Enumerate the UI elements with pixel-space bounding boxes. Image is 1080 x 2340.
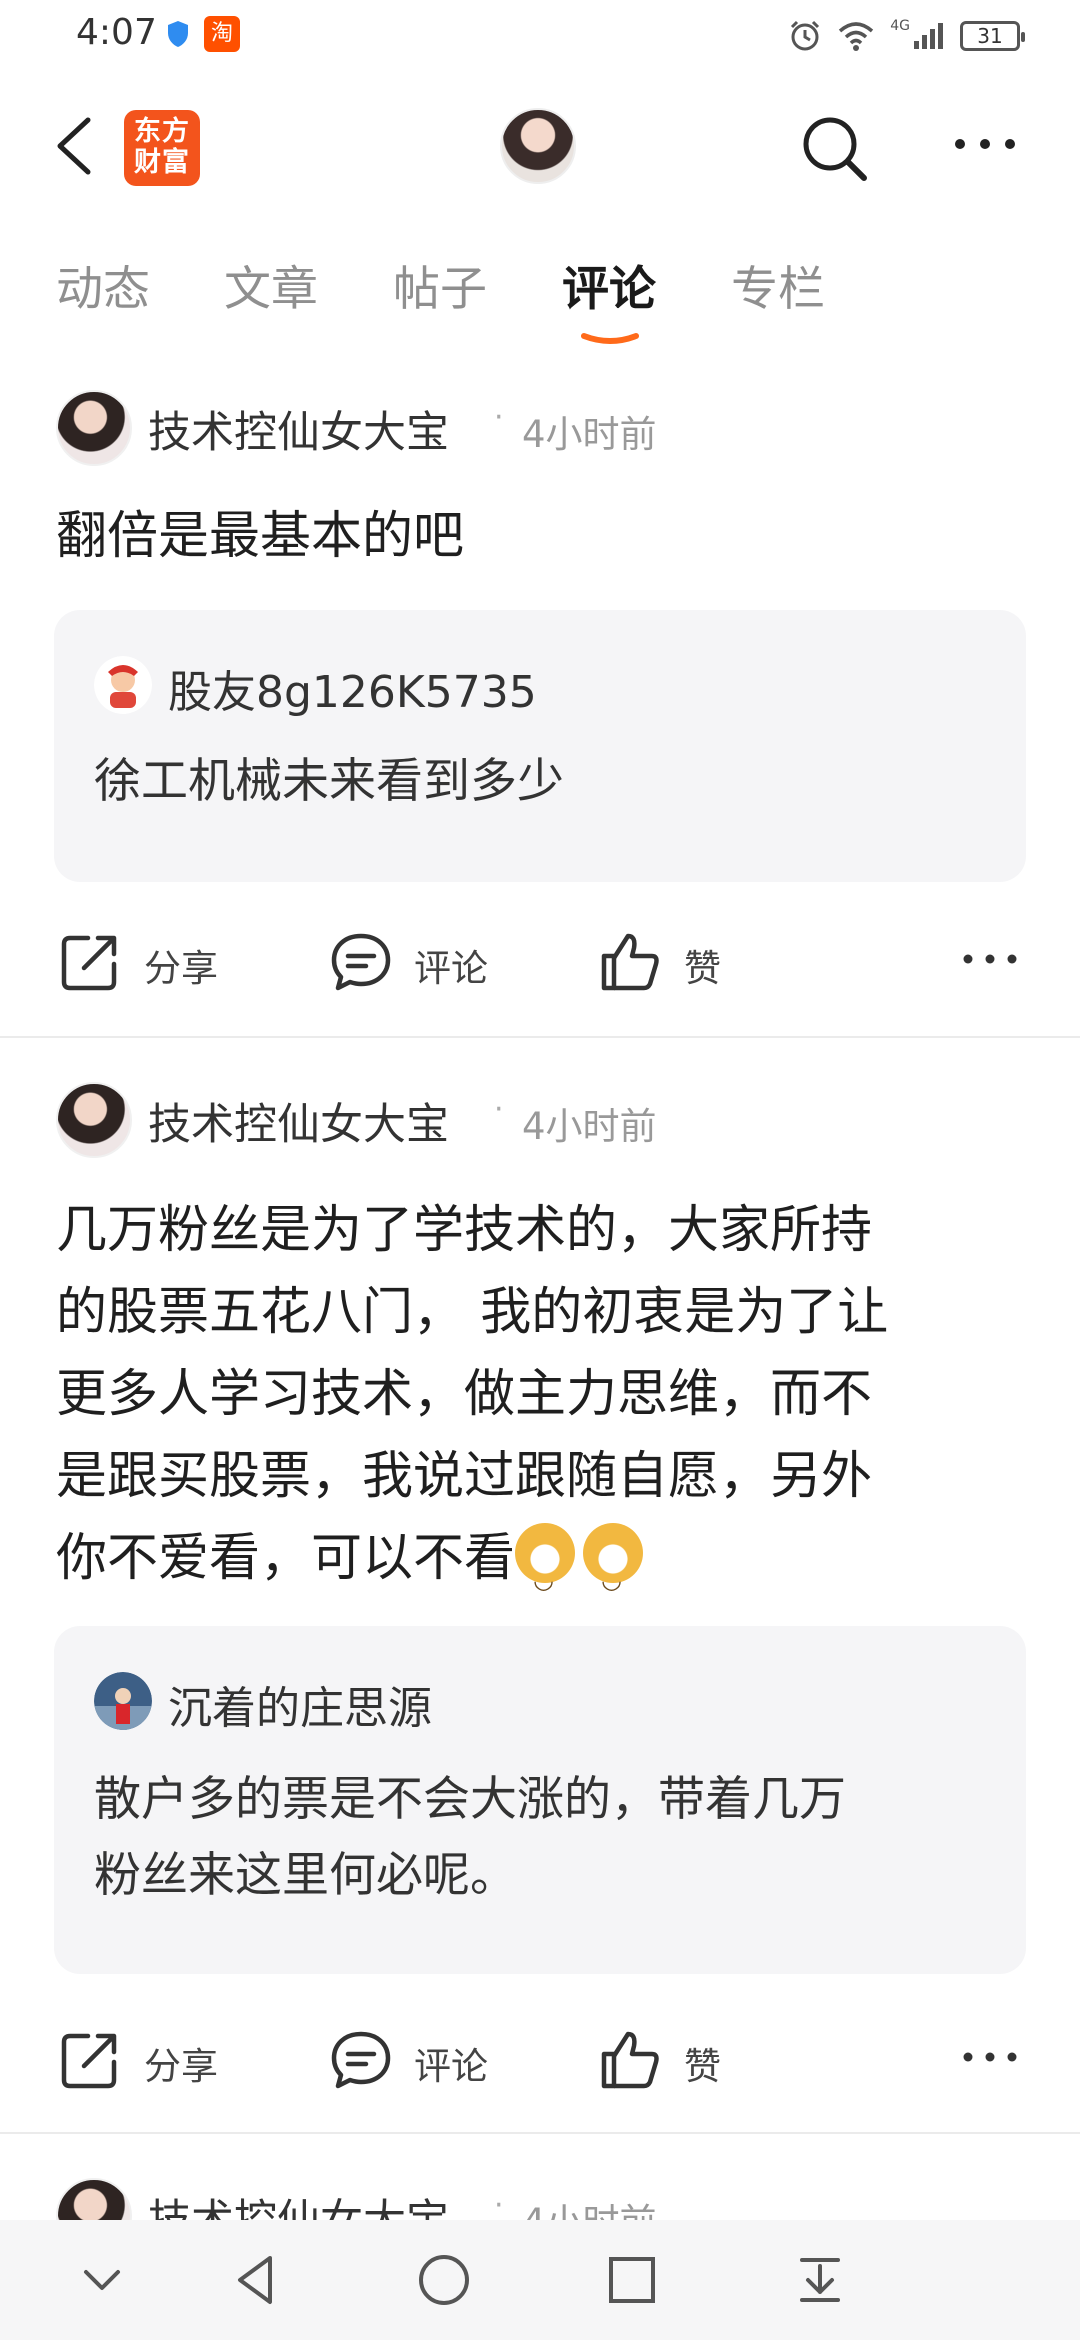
triangle-back-icon	[238, 2256, 272, 2304]
comment-button[interactable]: 评论	[330, 2018, 510, 2098]
header: 东方 财富	[0, 96, 1080, 196]
more-icon[interactable]	[960, 2042, 1020, 2072]
doge-emoji-icon	[515, 1523, 576, 1621]
header-avatar[interactable]	[500, 108, 576, 184]
quoted-post[interactable]: 股友8g126K5735 徐工机械未来看到多少	[54, 610, 1026, 882]
active-tab-indicator	[581, 333, 639, 344]
share-button[interactable]: 分享	[60, 920, 240, 1000]
like-label: 赞	[684, 947, 721, 990]
author-name[interactable]: 技术控仙女大宝	[148, 398, 449, 460]
comment-text[interactable]: 几万粉丝是为了学技术的，大家所持 的股票五花八门， 我的初衷是为了让 更多人学习…	[56, 1190, 1016, 1621]
comment-line-last: 你不爱看，可以不看	[56, 1518, 1016, 1621]
quote-text: 徐工机械未来看到多少	[94, 754, 564, 809]
wifi-icon	[839, 22, 874, 51]
quote-line: 粉丝来这里何必呢。	[94, 1848, 517, 1903]
share-label: 分享	[144, 947, 218, 990]
action-bar: 分享 评论 赞	[0, 920, 1080, 1000]
shield-icon	[168, 21, 188, 47]
avatar[interactable]	[56, 1082, 132, 1158]
author-name[interactable]: 技术控仙女大宝	[148, 1090, 449, 1152]
status-bar: 4:07 淘 4G 31	[0, 0, 1080, 72]
recents-square-icon	[609, 2257, 655, 2303]
doge-emoji-icon	[583, 1523, 644, 1621]
thumbs-up-icon	[601, 933, 659, 991]
like-button[interactable]: 赞	[600, 920, 780, 1000]
comment-line: 更多人学习技术，做主力思维，而不	[56, 1365, 873, 1424]
comment-label: 评论	[414, 2045, 488, 2088]
tab-comments[interactable]: 评论	[562, 250, 656, 319]
author-row[interactable]: 技术控仙女大宝 · 4小时前	[56, 390, 1056, 470]
home-circle-icon	[419, 2255, 469, 2305]
tab-columns[interactable]: 专栏	[731, 250, 825, 319]
status-indicators: 4G 31	[788, 16, 1025, 56]
alarm-icon	[791, 20, 820, 51]
comment-card: 技术控仙女大宝 · 4小时前 翻倍是最基本的吧 股友8g126K5735 徐工机…	[0, 390, 1080, 1040]
search-icon[interactable]	[798, 112, 870, 184]
quote-author[interactable]: 股友8g126K5735	[168, 656, 537, 720]
taobao-label: 淘	[210, 21, 233, 46]
nav-home[interactable]	[414, 2250, 474, 2310]
separator-dot: ·	[494, 400, 504, 435]
logo-line-1: 东方	[134, 116, 190, 147]
nav-collapse[interactable]	[72, 2250, 132, 2310]
author-row[interactable]: 技术控仙女大宝 · 4小时前	[56, 1082, 1056, 1162]
quote-text: 散户多的票是不会大涨的，带着几万 粉丝来这里何必呢。	[94, 1762, 994, 1914]
divider	[0, 1036, 1080, 1038]
more-options-icon[interactable]	[950, 124, 1020, 164]
comment-icon	[331, 933, 391, 991]
quote-avatar	[94, 656, 152, 714]
tab-bar: 动态 文章 帖子 评论 专栏	[0, 250, 1080, 360]
comment-line: 是跟买股票，我说过跟随自愿，另外	[56, 1447, 873, 1506]
thumbs-up-icon	[601, 2031, 659, 2089]
action-bar: 分享 评论 赞	[0, 2018, 1080, 2098]
comment-icon	[331, 2031, 391, 2089]
nav-back[interactable]	[226, 2250, 286, 2310]
nav-notifications[interactable]	[790, 2250, 850, 2310]
comment-line-text: 你不爱看，可以不看	[56, 1529, 516, 1588]
divider	[0, 2132, 1080, 2134]
quoted-post[interactable]: 沉着的庄思源 散户多的票是不会大涨的，带着几万 粉丝来这里何必呢。	[54, 1626, 1026, 1974]
comment-text[interactable]: 翻倍是最基本的吧	[56, 496, 1016, 578]
comment-card: 技术控仙女大宝 · 4小时前 几万粉丝是为了学技术的，大家所持 的股票五花八门，…	[0, 1082, 1080, 2122]
share-icon	[61, 935, 117, 991]
network-type: 4G	[890, 18, 910, 34]
share-button[interactable]: 分享	[60, 2018, 240, 2098]
separator-dot: ·	[494, 2188, 504, 2223]
app-logo[interactable]: 东方 财富	[124, 110, 200, 186]
back-arrow-icon[interactable]	[50, 116, 100, 176]
comment-line: 的股票五花八门， 我的初衷是为了让	[56, 1283, 889, 1342]
nav-recents[interactable]	[602, 2250, 662, 2310]
avatar[interactable]	[56, 390, 132, 466]
pull-down-icon	[800, 2258, 840, 2302]
comment-button[interactable]: 评论	[330, 920, 510, 1000]
share-icon	[61, 2033, 117, 2089]
signal-icon	[914, 23, 943, 49]
timestamp: 4小时前	[522, 413, 657, 456]
timestamp: 4小时前	[522, 1105, 657, 1148]
battery-indicator: 31	[960, 21, 1025, 51]
taobao-app-icon: 淘	[204, 16, 240, 52]
quote-line: 散户多的票是不会大涨的，带着几万	[94, 1772, 846, 1827]
battery-level: 31	[977, 24, 1003, 48]
system-nav-bar	[0, 2220, 1080, 2340]
comment-line: 几万粉丝是为了学技术的，大家所持	[56, 1201, 873, 1260]
comment-label: 评论	[414, 947, 488, 990]
like-button[interactable]: 赞	[600, 2018, 780, 2098]
like-label: 赞	[684, 2045, 721, 2088]
tab-dynamic[interactable]: 动态	[56, 250, 150, 319]
more-icon[interactable]	[960, 944, 1020, 974]
quote-avatar	[94, 1672, 152, 1730]
quote-author[interactable]: 沉着的庄思源	[168, 1672, 432, 1736]
tab-posts[interactable]: 帖子	[393, 250, 487, 319]
status-time: 4:07	[76, 12, 157, 53]
tab-articles[interactable]: 文章	[224, 250, 318, 319]
logo-line-2: 财富	[134, 147, 190, 178]
share-label: 分享	[144, 2045, 218, 2088]
chevron-down-icon	[84, 2270, 120, 2290]
separator-dot: ·	[494, 1092, 504, 1127]
